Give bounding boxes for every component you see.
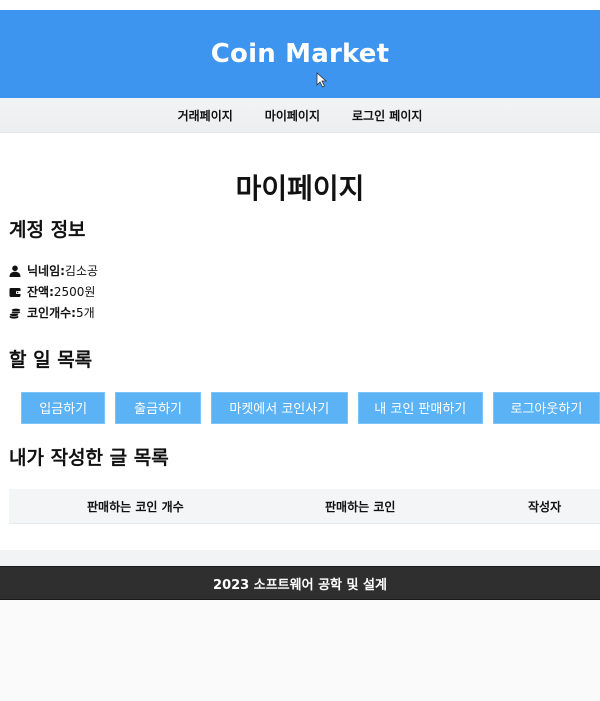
sell-coin-button[interactable]: 내 코인 판매하기 — [357, 392, 483, 424]
deposit-button[interactable]: 입금하기 — [21, 392, 106, 424]
site-logo-title[interactable]: Coin Market — [211, 39, 390, 69]
page-bottom — [0, 600, 600, 700]
main-content: 마이페이지 계정 정보 닉네임: 김소공 잔액: 2500원 코인개수: 5개 … — [0, 133, 600, 550]
nav-link-mypage[interactable]: 마이페이지 — [265, 107, 320, 124]
nav-link-login[interactable]: 로그인 페이지 — [352, 107, 422, 124]
buy-coin-button[interactable]: 마켓에서 코인사기 — [210, 392, 348, 424]
posts-table: 판매하는 코인 개수 판매하는 코인 작성자 — [9, 489, 600, 524]
column-header-author[interactable]: 작성자 — [528, 498, 561, 515]
todo-section-title: 할 일 목록 — [9, 349, 93, 371]
page-title: 마이페이지 — [235, 172, 365, 205]
column-header-coin-count[interactable]: 판매하는 코인 개수 — [87, 498, 184, 515]
balance-row: 잔액: 2500원 — [9, 281, 600, 302]
nickname-row: 닉네임: 김소공 — [9, 260, 600, 281]
posts-table-header: 판매하는 코인 개수 판매하는 코인 작성자 — [9, 489, 600, 524]
coins-row: 코인개수: 5개 — [9, 302, 600, 323]
mouse-cursor-icon — [316, 72, 328, 88]
column-header-coin[interactable]: 판매하는 코인 — [325, 498, 395, 515]
account-section-title: 계정 정보 — [9, 219, 86, 241]
footer-spacer — [0, 550, 600, 566]
account-info: 닉네임: 김소공 잔액: 2500원 코인개수: 5개 — [0, 260, 600, 323]
withdraw-button[interactable]: 출금하기 — [115, 392, 201, 424]
coins-label: 코인개수: — [27, 306, 76, 320]
todo-button-row: 입금하기 출금하기 마켓에서 코인사기 내 코인 판매하기 로그아웃하기 — [0, 392, 600, 424]
main-nav: 거래페이지 마이페이지 로그인 페이지 — [0, 98, 600, 133]
balance-label: 잔액: — [27, 285, 54, 299]
wallet-icon — [9, 287, 21, 297]
site-footer: 2023 소프트웨어 공학 및 설계 — [0, 566, 600, 600]
coins-icon — [9, 307, 21, 319]
nickname-label: 닉네임: — [27, 264, 65, 278]
balance-value: 2500원 — [53, 285, 96, 299]
user-icon — [9, 265, 21, 277]
nickname-value: 김소공 — [64, 264, 99, 278]
site-header: Coin Market — [0, 10, 600, 98]
top-margin — [0, 0, 600, 10]
nav-link-trade[interactable]: 거래페이지 — [178, 107, 233, 124]
coins-value: 5개 — [75, 306, 95, 320]
logout-button[interactable]: 로그아웃하기 — [492, 392, 600, 424]
footer-text: 2023 소프트웨어 공학 및 설계 — [213, 577, 387, 593]
posts-section-title: 내가 작성한 글 목록 — [9, 447, 169, 469]
